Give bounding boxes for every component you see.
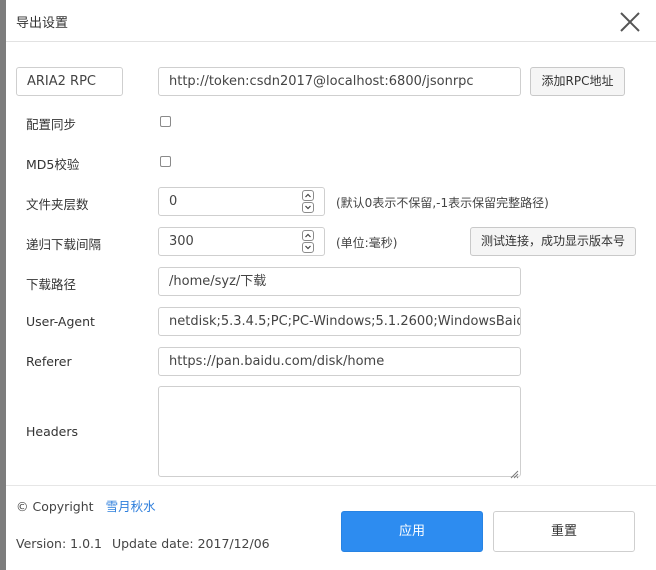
folder-depth-increment-icon[interactable] [302, 190, 314, 201]
author-link[interactable]: 雪月秋水 [106, 499, 156, 514]
copyright-text: © Copyright [16, 499, 94, 514]
interval-hint: (单位:毫秒) [336, 236, 398, 250]
interval-increment-icon[interactable] [302, 230, 314, 241]
md5-checkbox[interactable] [160, 156, 171, 167]
copyright-line: © Copyright 雪月秋水 [16, 496, 156, 515]
folder-depth-decrement-icon[interactable] [302, 202, 314, 213]
close-icon[interactable] [618, 10, 642, 34]
export-settings-dialog: 导出设置 ARIA2 RPC http://token:csdn2017@loc… [6, 0, 656, 570]
resize-handle-icon[interactable] [509, 464, 519, 479]
rpc-name-field[interactable]: ARIA2 RPC [16, 67, 123, 96]
headers-label: Headers [26, 424, 79, 439]
sync-checkbox[interactable] [160, 116, 171, 127]
interval-input[interactable]: 300 [158, 227, 325, 256]
download-path-label: 下载路径 [26, 277, 77, 292]
folder-depth-hint: (默认0表示不保留,-1表示保留完整路径) [336, 196, 549, 210]
sync-label: 配置同步 [26, 117, 77, 132]
footer-divider [6, 485, 656, 486]
md5-label: MD5校验 [26, 157, 80, 172]
update-date-text: Update date: 2017/12/06 [111, 536, 270, 551]
version-text: Version: 1.0.1 [16, 536, 102, 551]
add-rpc-button[interactable]: 添加RPC地址 [530, 67, 625, 96]
headers-textarea[interactable] [158, 386, 521, 477]
apply-button[interactable]: 应用 [341, 511, 483, 552]
dialog-header: 导出设置 [6, 0, 656, 42]
referer-label: Referer [26, 354, 72, 369]
folder-depth-label: 文件夹层数 [26, 197, 89, 212]
download-path-input[interactable]: /home/syz/下载 [158, 267, 521, 296]
referer-input[interactable]: https://pan.baidu.com/disk/home [158, 347, 521, 376]
interval-label: 递归下载间隔 [26, 237, 102, 252]
rpc-url-field[interactable]: http://token:csdn2017@localhost:6800/jso… [158, 67, 521, 96]
user-agent-label: User-Agent [26, 314, 95, 329]
user-agent-input[interactable]: netdisk;5.3.4.5;PC;PC-Windows;5.1.2600;W… [158, 307, 521, 336]
interval-decrement-icon[interactable] [302, 242, 314, 253]
test-connection-button[interactable]: 测试连接，成功显示版本号 [470, 227, 636, 256]
version-line: Version: 1.0.1 Update date: 2017/12/06 [16, 536, 270, 551]
reset-button[interactable]: 重置 [493, 511, 635, 552]
dialog-title: 导出设置 [16, 16, 69, 31]
folder-depth-input[interactable]: 0 [158, 187, 325, 216]
